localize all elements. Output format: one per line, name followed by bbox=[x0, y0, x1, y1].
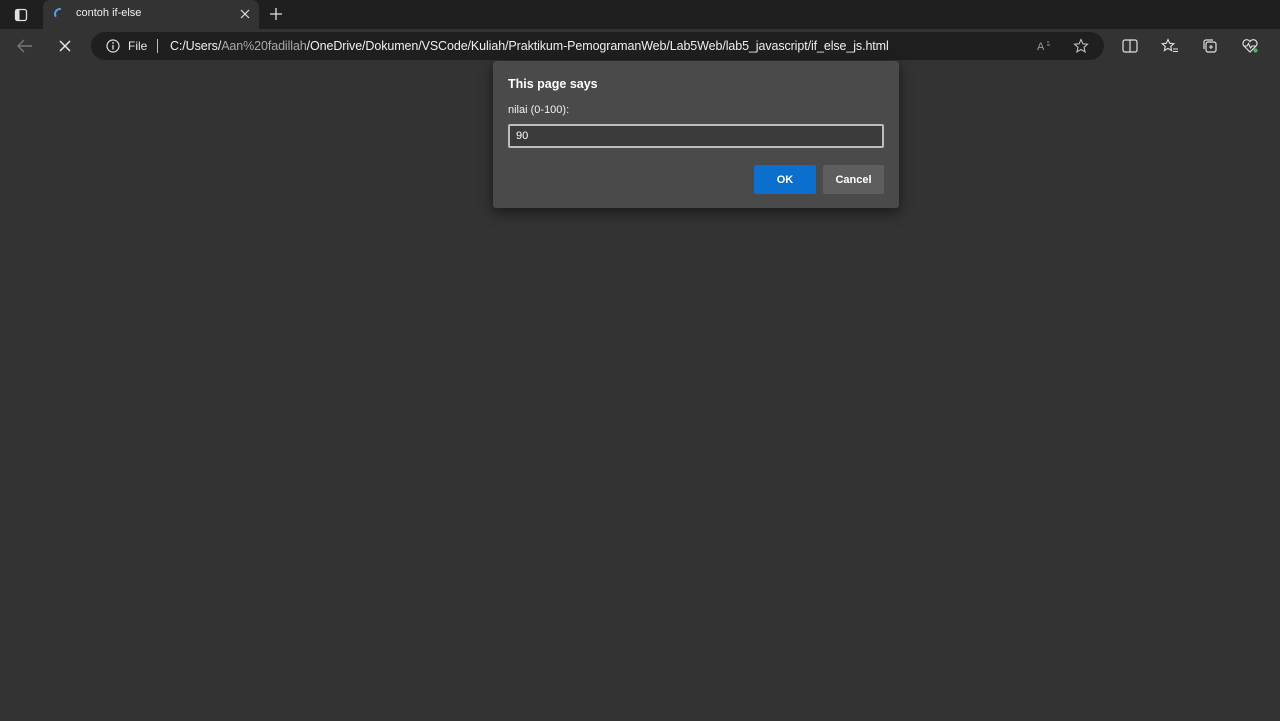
stop-x-icon[interactable] bbox=[53, 35, 77, 57]
toolbar: File C:/Users/Aan%20fadillah/OneDrive/Do… bbox=[0, 29, 1280, 64]
favorites-icon[interactable] bbox=[1161, 37, 1179, 55]
dialog-title: This page says bbox=[508, 77, 598, 91]
active-tab[interactable]: contoh if-else bbox=[43, 0, 259, 29]
url-username: Aan%20fadillah bbox=[221, 39, 307, 53]
dialog-message: nilai (0-100): bbox=[508, 104, 570, 116]
tab-strip: contoh if-else bbox=[0, 0, 1280, 29]
svg-text:A: A bbox=[1037, 41, 1045, 53]
read-aloud-icon[interactable]: A bbox=[1037, 38, 1053, 54]
close-icon[interactable] bbox=[238, 7, 252, 21]
ok-button[interactable]: OK bbox=[754, 165, 816, 194]
tab-title: contoh if-else bbox=[76, 7, 142, 19]
plus-icon[interactable] bbox=[266, 4, 286, 24]
address-bar[interactable]: File C:/Users/Aan%20fadillah/OneDrive/Do… bbox=[91, 32, 1104, 60]
star-icon[interactable] bbox=[1073, 38, 1089, 54]
tab-actions-icon[interactable] bbox=[8, 4, 34, 26]
url-path: /OneDrive/Dokumen/VSCode/Kuliah/Praktiku… bbox=[306, 39, 889, 53]
url-prefix: C:/Users/ bbox=[170, 39, 222, 53]
loading-spinner-icon bbox=[53, 7, 67, 21]
cancel-button[interactable]: Cancel bbox=[823, 165, 884, 194]
prompt-input[interactable] bbox=[508, 124, 884, 148]
info-icon[interactable] bbox=[106, 39, 120, 53]
prompt-dialog: This page says nilai (0-100): OK Cancel bbox=[493, 61, 899, 208]
address-separator bbox=[157, 39, 158, 53]
url-text[interactable]: C:/Users/Aan%20fadillah/OneDrive/Dokumen… bbox=[170, 39, 889, 53]
arrow-left-icon[interactable] bbox=[13, 35, 37, 57]
split-screen-icon[interactable] bbox=[1121, 37, 1139, 55]
heart-pulse-icon[interactable] bbox=[1241, 37, 1259, 55]
scheme-label: File bbox=[128, 39, 148, 53]
collections-icon[interactable] bbox=[1201, 37, 1219, 55]
